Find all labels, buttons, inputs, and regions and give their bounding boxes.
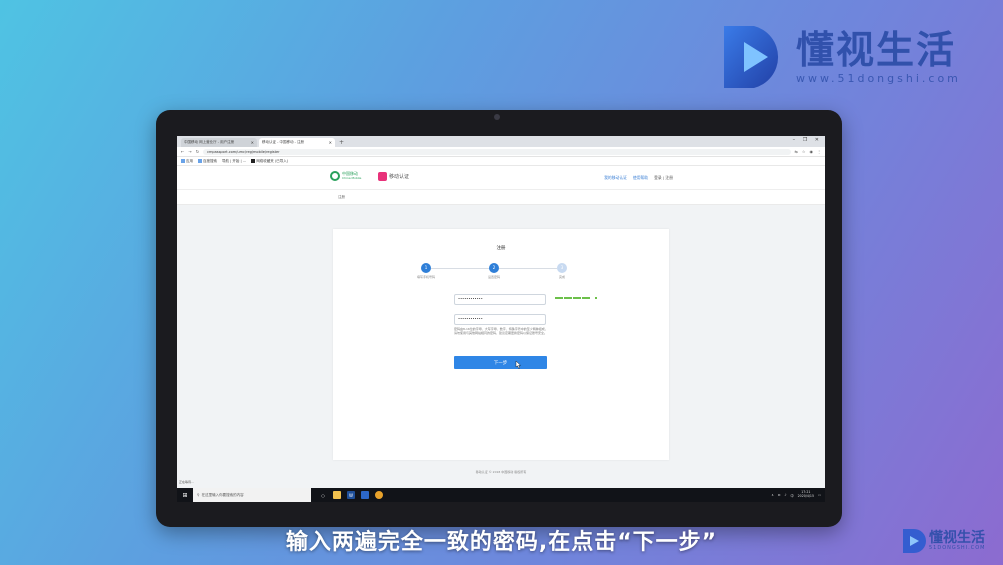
nav-login-register[interactable]: 登录 | 注册 (654, 175, 673, 181)
clock-date: 2020/4/15 (797, 494, 814, 498)
bookmark-label: 百度搜索 (203, 158, 217, 163)
url-input[interactable]: cmpassport.com/umc/reg/mobile/register (203, 148, 791, 155)
bookmark-folder[interactable]: 网络收藏夹 (已导入) (251, 158, 289, 164)
auth-name: 移动认证 (389, 174, 410, 180)
confirm-password-input[interactable]: •••••••••••• (454, 314, 546, 325)
step-dot: 1 (421, 263, 431, 273)
tab-label: 移动认证 - 中国移动 - 注册 (262, 140, 304, 144)
brand-play-icon (724, 26, 779, 88)
bookmark-label: 网络收藏夹 (已导入) (256, 158, 289, 163)
bookmark-baidu[interactable]: 百度搜索 (198, 158, 217, 164)
bookmark-label: 导航 | 开始 | … (222, 158, 247, 163)
apps-icon (181, 158, 185, 163)
tab-label: 中国移动 网上营业厅 - 用户注册 (184, 140, 235, 144)
browser-tab-1[interactable]: 中国移动 网上营业厅 - 用户注册 ✕ (181, 138, 257, 147)
menu-icon[interactable]: ⋮ (817, 149, 821, 154)
step-line-1 (431, 268, 494, 269)
close-tab-icon[interactable]: ✕ (329, 140, 332, 145)
bookmark-nav[interactable]: 导航 | 开始 | … (222, 159, 246, 164)
network-icon[interactable]: ⊡ (778, 493, 781, 497)
search-placeholder: 在这里输入你要搜索的内容 (201, 493, 244, 497)
webcam (494, 114, 500, 120)
word-icon[interactable]: W (347, 491, 355, 499)
file-explorer-icon[interactable] (333, 491, 341, 499)
step-dot: 3 (557, 263, 567, 273)
site-header: 中国移动 China Mobile 移动认证 我的移动认证 使用帮助 登录 | … (177, 166, 825, 190)
folder-icon (251, 158, 256, 163)
search-icon: ⚲ (197, 493, 200, 497)
auth-mark-icon (378, 172, 387, 181)
brand-logo-small: 懂视生活 51DONGSHI.COM (902, 528, 986, 554)
taskbar-apps: ○ W (319, 491, 383, 499)
translate-icon[interactable]: ⇆ (795, 149, 798, 154)
brand-domain: www.51dongshi.com (796, 71, 961, 85)
step-label: 填写手机号码 (416, 275, 436, 279)
reload-icon[interactable]: ↻ (196, 149, 199, 154)
step-1: 1 填写手机号码 (417, 263, 435, 279)
status-tip: 正在等待… (177, 480, 197, 484)
site-nav: 我的移动认证 使用帮助 登录 | 注册 (604, 175, 673, 181)
page-footer: 移动认证 © 2018 中国移动 版权所有 (475, 470, 527, 474)
back-icon[interactable]: ← (181, 149, 184, 154)
ime-indicator[interactable]: 中 (790, 493, 793, 498)
nav-help[interactable]: 使用帮助 (633, 175, 648, 181)
china-mobile-icon (330, 171, 340, 181)
step-label: 设置密码 (487, 275, 501, 279)
progress-steps: 1 填写手机号码 2 设置密码 3 完成 (417, 263, 567, 283)
chrome-icon[interactable] (375, 491, 383, 499)
baidu-icon (198, 158, 202, 163)
brand-small-name: 懂视生活 (929, 530, 985, 546)
nav-my-auth[interactable]: 我的移动认证 (604, 175, 627, 181)
clock[interactable]: 17:21 2020/4/15 (798, 491, 814, 498)
auth-logo: 移动认证 (378, 172, 409, 181)
logo-en: China Mobile (342, 176, 362, 180)
password-strength-meter (555, 297, 597, 299)
password-hint: 密码由8-16位的字母、大写字母、数字、特殊字符中的至少两种组成，请勿使用与其他… (454, 327, 548, 336)
new-tab-button[interactable]: + (339, 138, 344, 147)
register-card: 注册 1 填写手机号码 2 设置密码 3 完成 •••••••••••• •••… (333, 229, 669, 460)
laptop-screen: 中国移动 网上营业厅 - 用户注册 ✕ 移动认证 - 中国移动 - 注册 ✕ +… (177, 136, 825, 502)
taskbar-search[interactable]: ⚲ 在这里输入你要搜索的内容 (193, 488, 311, 502)
register-title: 注册 (496, 246, 506, 251)
close-tab-icon[interactable]: ✕ (251, 140, 254, 145)
brand-play-icon (903, 529, 926, 553)
step-dot: 2 (489, 263, 499, 273)
brand-name: 懂视生活 (796, 27, 957, 72)
china-mobile-logo[interactable]: 中国移动 China Mobile (330, 171, 361, 181)
forward-icon[interactable]: → (188, 149, 191, 154)
bookmark-label: 应用 (186, 158, 193, 163)
address-bar-row: ← → ↻ cmpassport.com/umc/reg/mobile/regi… (177, 147, 825, 157)
notification-icon[interactable]: ▭ (818, 493, 821, 497)
next-step-button[interactable]: 下一步 (454, 356, 547, 369)
step-label: 完成 (558, 275, 566, 279)
step-line-2 (499, 268, 557, 269)
step-3: 3 完成 (557, 263, 567, 279)
bookmarks-bar: 应用 百度搜索 导航 | 开始 | … 网络收藏夹 (已导入) (177, 157, 825, 166)
windows-taskbar: ⊞ ⚲ 在这里输入你要搜索的内容 ○ W ∧ ⊡ ♪ 中 17:21 2020/… (177, 488, 825, 502)
windows-start-icon[interactable]: ⊞ (177, 492, 193, 499)
browser-tab-bar: 中国移动 网上营业厅 - 用户注册 ✕ 移动认证 - 中国移动 - 注册 ✕ +… (177, 136, 825, 147)
star-icon[interactable]: ☆ (802, 149, 806, 154)
password-input[interactable]: •••••••••••• (454, 294, 546, 305)
window-controls[interactable]: – ❐ ✕ (793, 137, 822, 143)
breadcrumb: 注册 (177, 190, 825, 205)
browser-tab-2[interactable]: 移动认证 - 中国移动 - 注册 ✕ (259, 138, 335, 147)
step-2: 2 设置密码 (488, 263, 500, 279)
system-tray: ∧ ⊡ ♪ 中 17:21 2020/4/15 ▭ (771, 491, 825, 498)
volume-icon[interactable]: ♪ (784, 493, 786, 497)
video-subtitle: 输入两遍完全一致的密码,在点击“下一步” (285, 530, 718, 555)
brand-small-domain: 51DONGSHI.COM (929, 545, 986, 551)
mouse-cursor-icon (515, 361, 521, 369)
tray-up-icon[interactable]: ∧ (771, 493, 773, 497)
app-icon[interactable] (361, 491, 369, 499)
laptop-frame: 中国移动 网上营业厅 - 用户注册 ✕ 移动认证 - 中国移动 - 注册 ✕ +… (156, 110, 842, 527)
brand-logo: 懂视生活 www.51dongshi.com (720, 22, 961, 92)
profile-icon[interactable]: ◉ (810, 149, 814, 154)
task-view-icon[interactable]: ○ (319, 491, 327, 499)
bookmark-apps[interactable]: 应用 (181, 158, 193, 164)
